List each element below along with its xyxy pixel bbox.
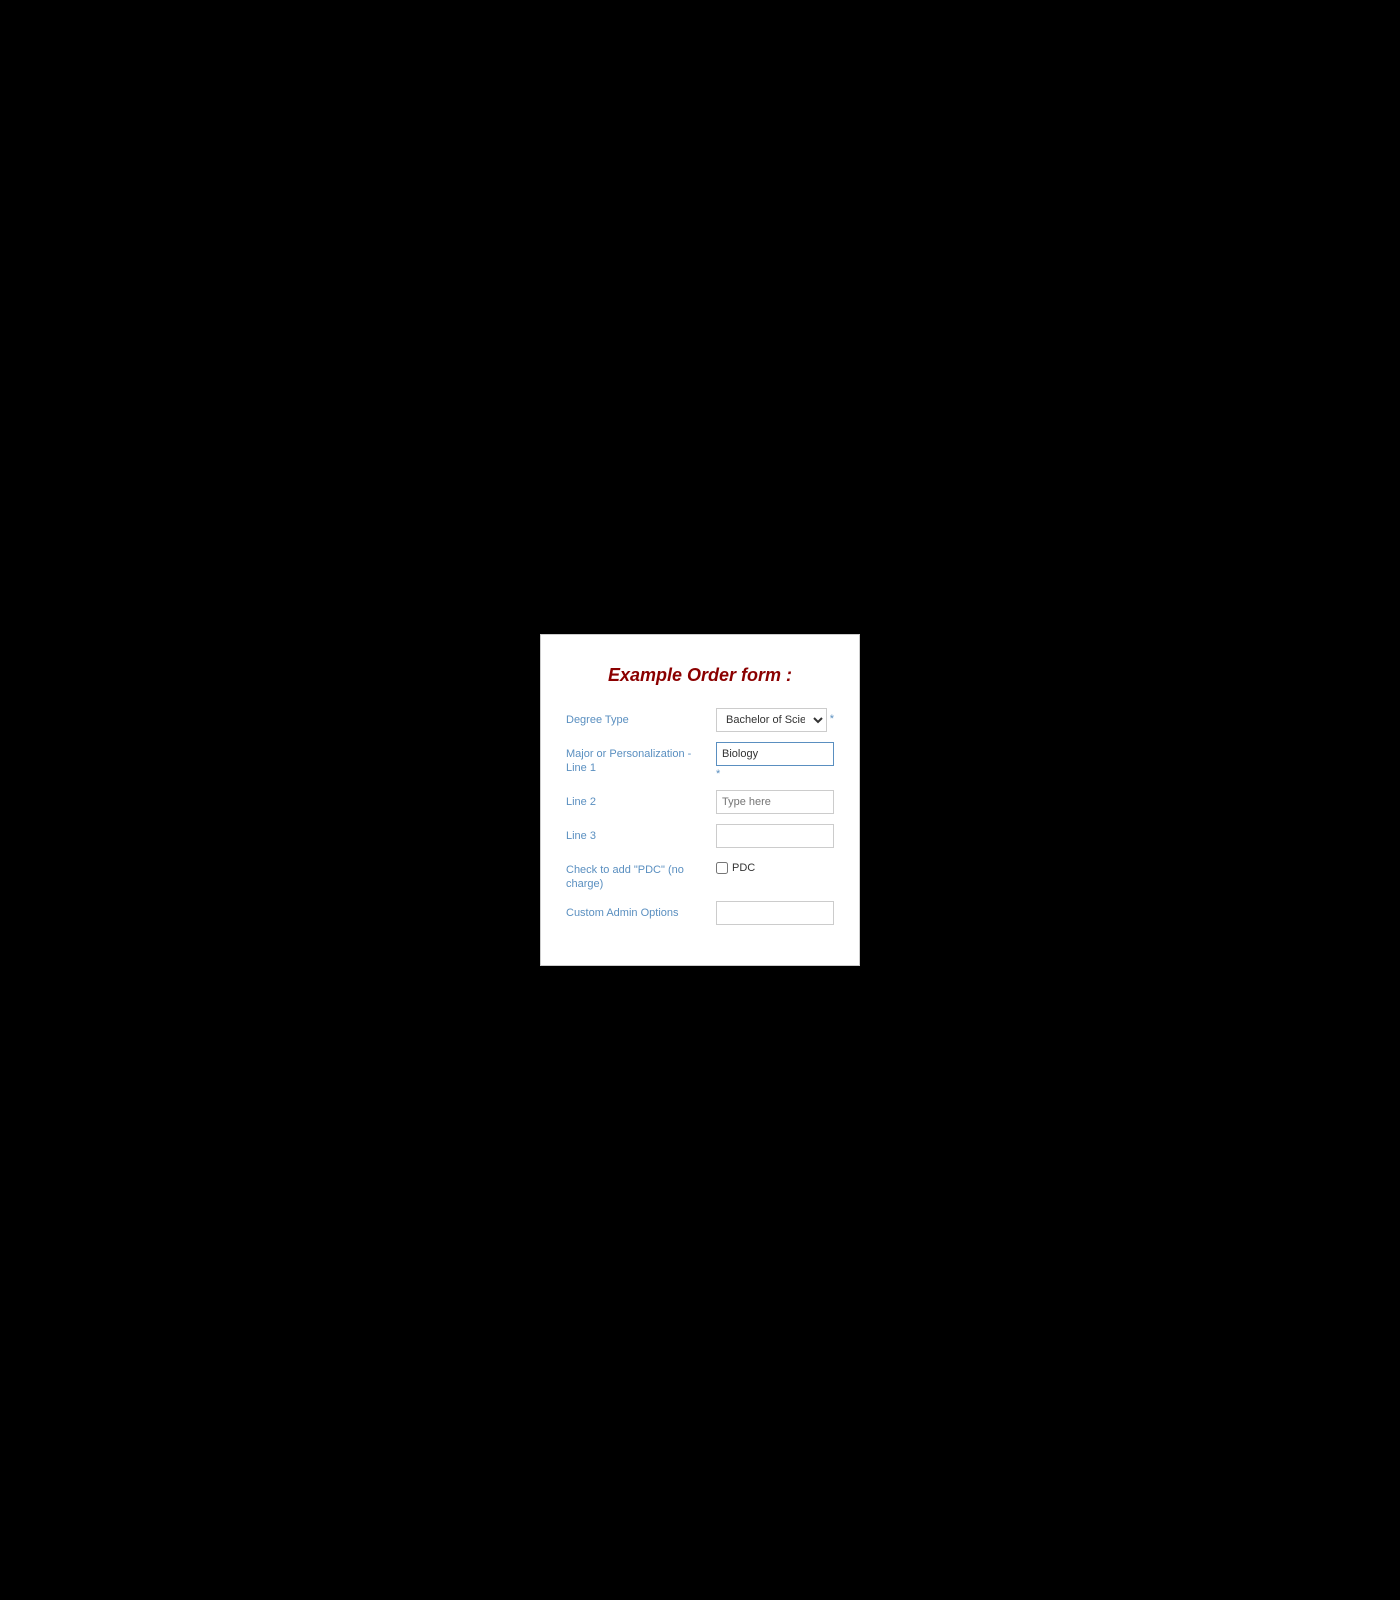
line2-row: Line 2 <box>566 790 834 814</box>
line3-input[interactable] <box>716 824 834 848</box>
line3-label: Line 3 <box>566 824 716 843</box>
degree-type-field: Bachelor of Science Master of Science Ba… <box>716 708 827 732</box>
pdc-row: Check to add "PDC" (no charge) PDC <box>566 858 834 892</box>
degree-type-select[interactable]: Bachelor of Science Master of Science Ba… <box>716 708 827 732</box>
order-form: Example Order form : Degree Type Bachelo… <box>540 634 860 967</box>
degree-type-label: Degree Type <box>566 708 716 727</box>
custom-admin-input[interactable] <box>716 901 834 925</box>
pdc-checkbox-wrapper: PDC <box>716 858 834 874</box>
pdc-checkbox[interactable] <box>716 862 728 874</box>
pdc-checkbox-label: PDC <box>732 862 755 874</box>
degree-type-required: * <box>830 708 834 725</box>
line3-field <box>716 824 834 848</box>
degree-type-row: Degree Type Bachelor of Science Master o… <box>566 708 834 732</box>
pdc-field: PDC <box>716 858 834 874</box>
line2-field <box>716 790 834 814</box>
major-line1-required-star: * <box>716 768 834 780</box>
custom-admin-row: Custom Admin Options <box>566 901 834 925</box>
line2-label: Line 2 <box>566 790 716 809</box>
form-title: Example Order form : <box>566 665 834 686</box>
major-line1-label: Major or Personalization - Line 1 <box>566 742 716 776</box>
custom-admin-field <box>716 901 834 925</box>
pdc-label: Check to add "PDC" (no charge) <box>566 858 716 892</box>
custom-admin-label: Custom Admin Options <box>566 901 716 920</box>
major-line1-row: Major or Personalization - Line 1 * <box>566 742 834 780</box>
major-line1-field: * <box>716 742 834 780</box>
major-line1-input[interactable] <box>716 742 834 766</box>
line3-row: Line 3 <box>566 824 834 848</box>
line2-input[interactable] <box>716 790 834 814</box>
